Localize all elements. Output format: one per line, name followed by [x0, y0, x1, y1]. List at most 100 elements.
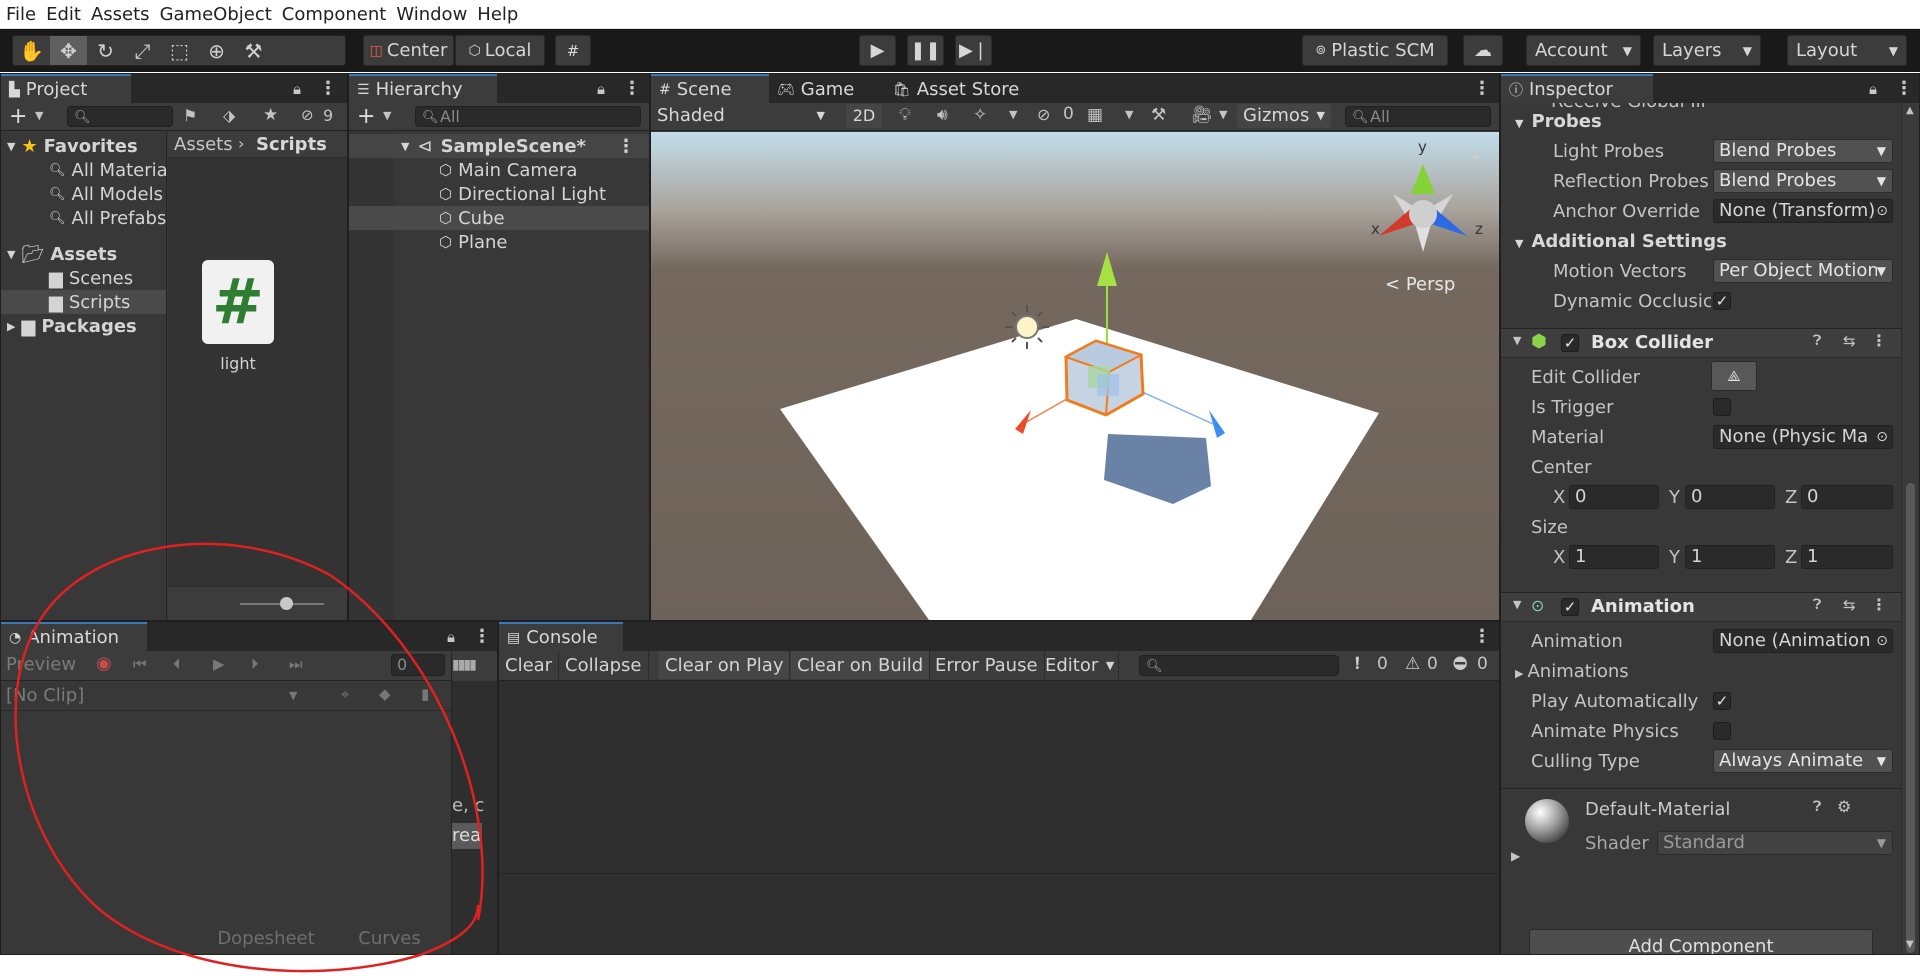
chevron-down-icon[interactable]: ▼	[35, 109, 43, 122]
tools-icon[interactable]: ⚒	[1151, 105, 1166, 125]
packages-folder[interactable]: ▶ ▆ Packages	[7, 314, 137, 338]
more-options-icon[interactable]: ⋮	[1895, 78, 1913, 99]
more-options-icon[interactable]: ⋮	[617, 136, 635, 157]
shading-mode-dropdown[interactable]: Shaded ▼	[657, 104, 829, 128]
layers-dropdown[interactable]: Layers ▼	[1653, 35, 1761, 66]
menu-file[interactable]: File	[6, 4, 46, 25]
frame-field[interactable]: 0	[391, 654, 445, 676]
account-dropdown[interactable]: Account ▼	[1526, 35, 1641, 66]
edit-collider-button[interactable]: ⟁	[1711, 361, 1757, 391]
pivot-space-button[interactable]: ⬡ Local	[455, 35, 545, 66]
more-options-icon[interactable]: ⋮	[1473, 626, 1491, 647]
transform-tool-icon[interactable]: ⊕	[198, 36, 235, 65]
lighting-toggle-icon[interactable]: 💡︎	[899, 105, 911, 125]
lock-icon[interactable]: 🔒︎	[293, 80, 301, 98]
tab-game[interactable]: 🎮︎ Game	[769, 74, 881, 103]
first-keyframe-icon[interactable]: ⏮	[133, 655, 147, 673]
event-marker-icon[interactable]: ▮	[421, 685, 429, 703]
hierarchy-search-input[interactable]: 🔍︎ All	[415, 106, 641, 127]
center-z-field[interactable]: 0	[1801, 485, 1893, 509]
tab-hierarchy[interactable]: ☰ Hierarchy	[349, 74, 497, 103]
size-z-field[interactable]: 1	[1801, 545, 1893, 569]
animation-enabled-checkbox[interactable]: ✓	[1561, 598, 1579, 616]
hidden-packages-icon[interactable]: ⊘	[301, 106, 314, 124]
culling-type-dropdown[interactable]: Always Animate ▼	[1713, 749, 1893, 773]
help-icon[interactable]: ❓︎	[1813, 333, 1821, 349]
inspector-scrollbar[interactable]: ▲ ▼	[1901, 103, 1919, 954]
clip-dropdown[interactable]: [No Clip]	[6, 685, 84, 706]
warning-count-icon[interactable]: ⚠	[1405, 654, 1420, 674]
scale-tool-icon[interactable]: ⤢	[124, 36, 161, 65]
grid-snap-button[interactable]: #	[555, 35, 591, 66]
probes-foldout[interactable]: ▼ Probes	[1515, 111, 1602, 132]
size-x-field[interactable]: 1	[1569, 545, 1659, 569]
breadcrumb-scripts[interactable]: Scripts	[256, 134, 327, 155]
step-button[interactable]: ▶❘	[955, 35, 992, 66]
material-field[interactable]: None (Physic Ma ⊙	[1713, 425, 1893, 449]
object-picker-icon[interactable]: ⊙	[1876, 200, 1888, 222]
fav-item-materials[interactable]: 🔍︎ All Materia	[49, 158, 168, 182]
hidden-objects-icon[interactable]: ⊘	[1037, 105, 1050, 124]
more-options-icon[interactable]: ⋮	[623, 78, 641, 99]
size-y-field[interactable]: 1	[1685, 545, 1775, 569]
animation-component-header[interactable]: ▼ ⊙ ✓ Animation ❓︎ ⇆ ⋮	[1501, 592, 1901, 622]
shader-dropdown[interactable]: Standard ▼	[1657, 831, 1893, 855]
audio-toggle-icon[interactable]: 🔊︎	[937, 105, 948, 125]
project-search-input[interactable]: 🔍︎	[67, 106, 173, 127]
clear-on-build-button[interactable]: Clear on Build	[791, 651, 931, 679]
error-pause-button[interactable]: Error Pause	[929, 651, 1045, 679]
menu-assets[interactable]: Assets	[91, 4, 160, 25]
hierarchy-item-directional-light[interactable]: ⬡ Directional Light	[439, 182, 606, 206]
chevron-down-icon[interactable]: ▼	[1219, 108, 1227, 121]
gizmo-lock-icon[interactable]: 🔒︎	[1473, 148, 1479, 163]
menu-edit[interactable]: Edit	[46, 4, 91, 25]
lock-icon[interactable]: 🔒︎	[1869, 80, 1877, 98]
gizmos-dropdown[interactable]: Gizmos ▼	[1237, 104, 1331, 128]
scrollbar-thumb[interactable]	[1906, 483, 1915, 953]
add-component-button[interactable]: Add Component	[1529, 929, 1873, 954]
menu-window[interactable]: Window	[396, 4, 477, 25]
rotate-tool-icon[interactable]: ↻	[87, 36, 124, 65]
breadcrumb-assets[interactable]: Assets	[174, 134, 233, 155]
anchor-override-field[interactable]: None (Transform) ⊙	[1713, 199, 1893, 223]
preview-button[interactable]: Preview	[6, 654, 76, 675]
play-button[interactable]: ▶	[859, 35, 896, 66]
additional-settings-foldout[interactable]: ▼ Additional Settings	[1515, 231, 1727, 252]
menu-component[interactable]: Component	[282, 4, 397, 25]
box-collider-header[interactable]: ▼ ⬢ ✓ Box Collider ❓︎ ⇆ ⋮	[1501, 328, 1901, 358]
tab-inspector[interactable]: ⓘ Inspector	[1501, 74, 1653, 103]
prev-keyframe-icon[interactable]: ⏴	[173, 655, 181, 673]
tab-scene[interactable]: # Scene	[651, 74, 769, 103]
record-icon[interactable]: ◉	[96, 653, 112, 674]
console-search-input[interactable]: 🔍︎	[1139, 655, 1339, 676]
menu-help[interactable]: Help	[477, 4, 528, 25]
tab-project[interactable]: ▙ Project	[1, 74, 131, 103]
scene-root-item[interactable]: ▼ ⊲ SampleScene* ⋮	[349, 134, 649, 158]
chevron-down-icon[interactable]: ▼	[1125, 108, 1133, 121]
scene-search-input[interactable]: 🔍︎ All	[1345, 106, 1491, 127]
more-options-icon[interactable]: ⋮	[1871, 595, 1887, 614]
lock-icon[interactable]: 🔒︎	[597, 80, 605, 98]
rect-tool-icon[interactable]: ⬚	[161, 36, 198, 65]
hierarchy-item-cube[interactable]: ⬡ Cube	[349, 206, 649, 230]
animation-clip-field[interactable]: None (Animation ⊙	[1713, 629, 1893, 653]
clear-on-play-button[interactable]: Clear on Play	[659, 651, 791, 679]
csharp-script-icon[interactable]: #	[202, 260, 274, 344]
last-keyframe-icon[interactable]: ⏭	[289, 655, 303, 673]
center-y-field[interactable]: 0	[1685, 485, 1775, 509]
object-picker-icon[interactable]: ⊙	[1876, 426, 1888, 448]
hand-tool-icon[interactable]: ✋	[13, 36, 50, 65]
pivot-center-button[interactable]: ◫ Center	[363, 35, 454, 66]
custom-tool-icon[interactable]: ⚒	[235, 36, 272, 65]
effects-toggle-icon[interactable]: ✧	[973, 105, 987, 125]
tab-console[interactable]: ▤ Console	[499, 622, 623, 651]
scroll-up-icon[interactable]: ▲	[1906, 105, 1914, 116]
animate-physics-checkbox[interactable]	[1713, 722, 1731, 740]
add-keyframe-icon[interactable]: ⌖	[341, 685, 349, 703]
hierarchy-item-plane[interactable]: ⬡ Plane	[439, 230, 507, 254]
presets-icon[interactable]: ⇆	[1843, 596, 1856, 614]
favorites-item[interactable]: ▼ ★ Favorites	[7, 134, 138, 158]
gear-icon[interactable]: ⚙	[1837, 797, 1851, 816]
hierarchy-item-main-camera[interactable]: ⬡ Main Camera	[439, 158, 577, 182]
next-keyframe-icon[interactable]: ⏵	[251, 655, 259, 673]
